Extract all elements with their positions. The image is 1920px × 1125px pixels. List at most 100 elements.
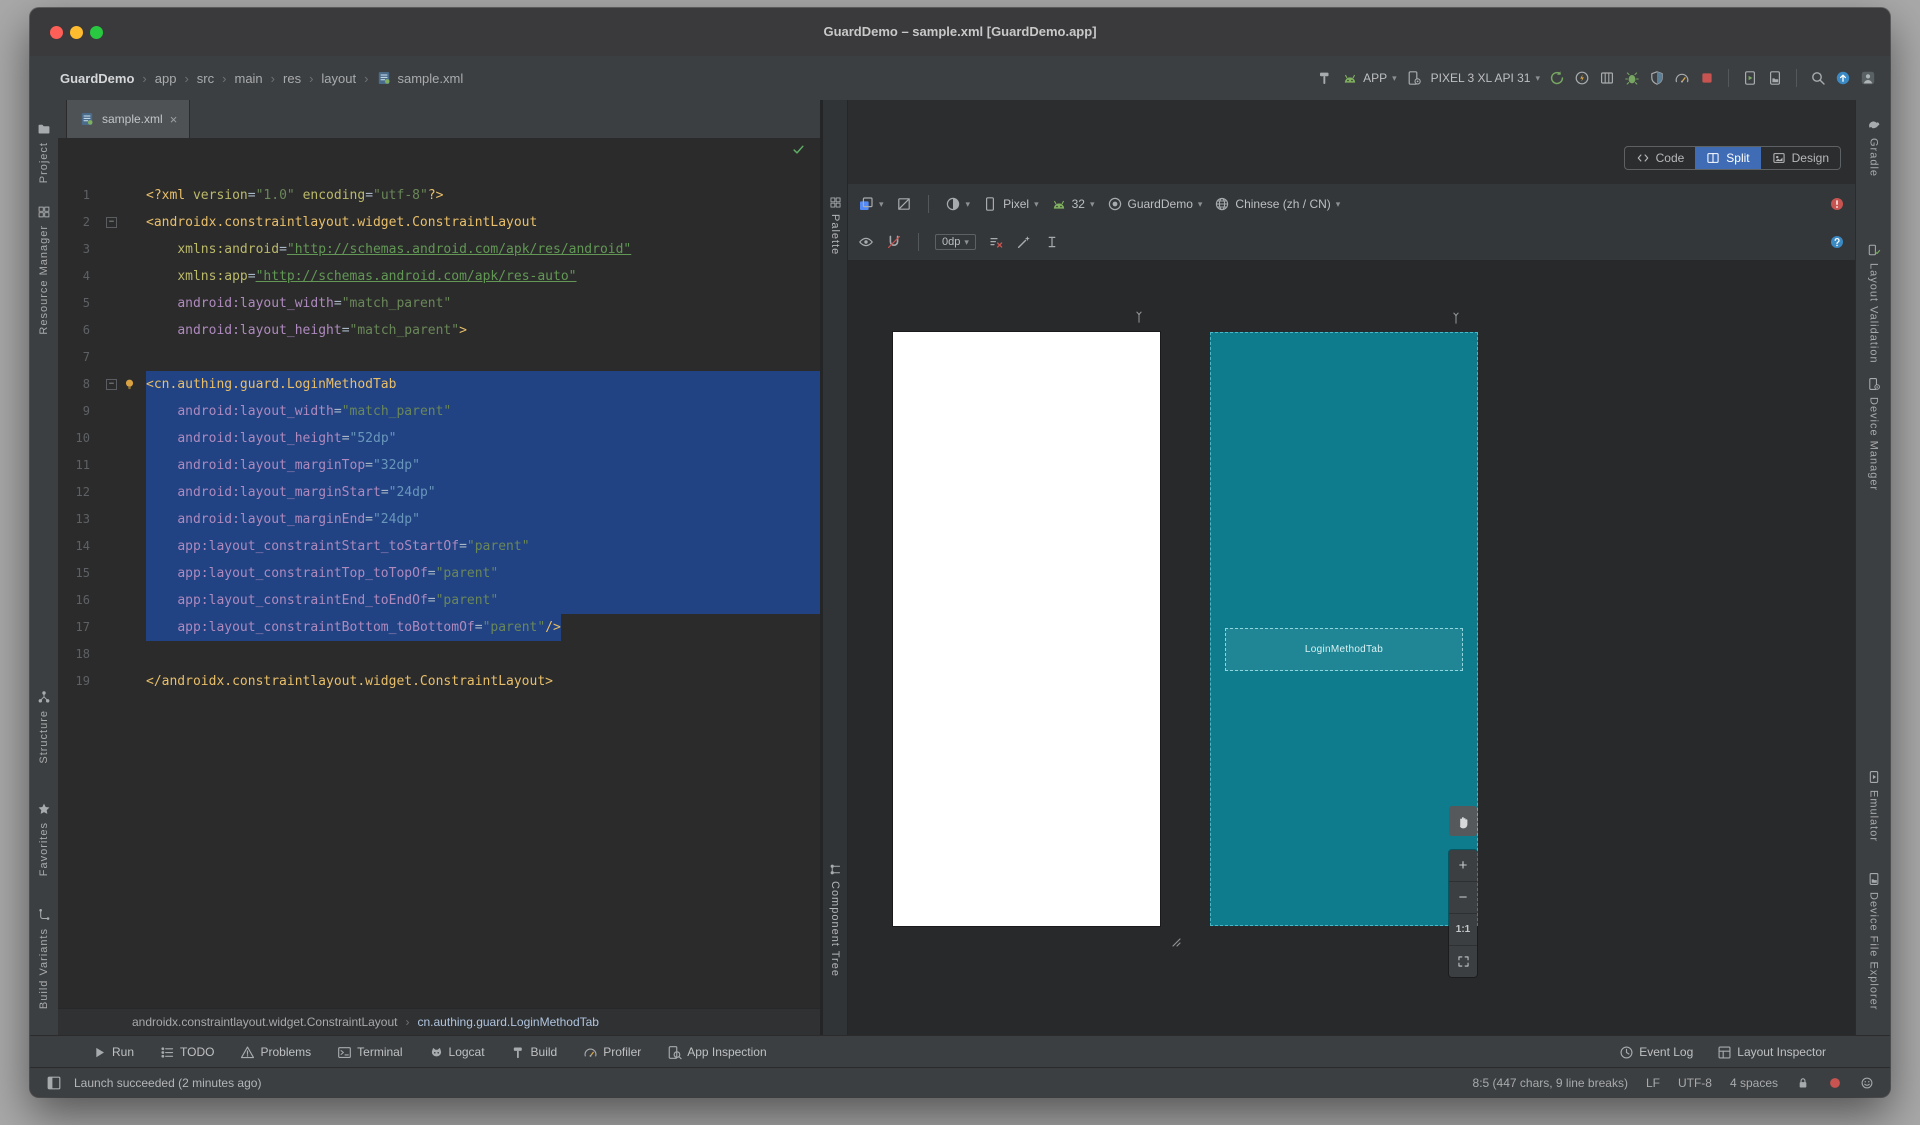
- tool-window-button-build[interactable]: Build: [511, 1045, 557, 1060]
- tool-window-button-terminal[interactable]: Terminal: [337, 1045, 403, 1060]
- code-line-9[interactable]: 9 android:layout_width="match_parent": [58, 398, 820, 425]
- code-line-11[interactable]: 11 android:layout_marginTop="32dp": [58, 452, 820, 479]
- code-line-16[interactable]: 16 app:layout_constraintEnd_toEndOf="par…: [58, 587, 820, 614]
- tool-window-button-emulator[interactable]: Emulator: [1856, 770, 1890, 842]
- tool-window-button-layout-inspector[interactable]: Layout Inspector: [1717, 1045, 1826, 1060]
- api-level-dropdown[interactable]: 32 ▾: [1051, 196, 1095, 212]
- zoom-in-button[interactable]: +: [1449, 850, 1477, 881]
- issue-panel-button[interactable]: [1829, 196, 1845, 212]
- tab-component-tree[interactable]: Component Tree: [823, 863, 847, 977]
- pan-tool-button[interactable]: [1449, 806, 1477, 836]
- tool-window-toggle-icon[interactable]: [46, 1075, 62, 1091]
- code-line-13[interactable]: 13 android:layout_marginEnd="24dp": [58, 506, 820, 533]
- tool-window-button-profiler[interactable]: Profiler: [583, 1045, 641, 1060]
- code-line-7[interactable]: 7: [58, 344, 820, 371]
- autoconnect-toggle[interactable]: [886, 234, 902, 250]
- line-number[interactable]: 1: [58, 182, 102, 209]
- tool-window-button-todo[interactable]: TODO: [160, 1045, 214, 1060]
- breadcrumb-item-app[interactable]: app: [155, 71, 177, 86]
- tool-window-button-problems[interactable]: Problems: [240, 1045, 311, 1060]
- lock-icon[interactable]: [1796, 1076, 1810, 1090]
- highlighting-level-icon[interactable]: [1828, 1076, 1842, 1090]
- build-project-button[interactable]: [1317, 70, 1333, 86]
- design-surface[interactable]: LoginMethodTab + − 1:1: [848, 260, 1855, 1035]
- line-number[interactable]: 18: [58, 641, 102, 668]
- xml-breadcrumb-item-1[interactable]: cn.authing.guard.LoginMethodTab: [418, 1015, 599, 1029]
- breadcrumb-item-layout[interactable]: layout: [321, 71, 356, 86]
- target-device-dropdown[interactable]: PIXEL 3 XL API 31 ▾: [1431, 71, 1540, 85]
- infer-constraints-button[interactable]: [1016, 234, 1032, 250]
- line-number[interactable]: 2: [58, 209, 102, 236]
- profile-button[interactable]: [1674, 70, 1690, 86]
- code-line-8[interactable]: 8− <cn.authing.guard.LoginMethodTab: [58, 371, 820, 398]
- xml-breadcrumb-item-0[interactable]: androidx.constraintlayout.widget.Constra…: [132, 1015, 398, 1029]
- line-number[interactable]: 12: [58, 479, 102, 506]
- night-mode-selector[interactable]: ▾: [945, 196, 970, 212]
- line-number[interactable]: 19: [58, 668, 102, 695]
- breadcrumb-item-guarddemo[interactable]: GuardDemo: [60, 71, 134, 86]
- breadcrumb-item-src[interactable]: src: [197, 71, 214, 86]
- code-line-10[interactable]: 10 android:layout_height="52dp": [58, 425, 820, 452]
- tool-window-button-run[interactable]: Run: [92, 1045, 134, 1060]
- caret-position-indicator[interactable]: 8:5 (447 chars, 9 line breaks): [1473, 1076, 1628, 1090]
- tool-window-button-build-variants[interactable]: Build Variants: [30, 908, 58, 1009]
- stop-button[interactable]: [1699, 70, 1715, 86]
- breadcrumb-item-main[interactable]: main: [234, 71, 262, 86]
- debug-button[interactable]: [1624, 70, 1640, 86]
- mode-tab-split[interactable]: Split: [1695, 147, 1761, 169]
- help-button[interactable]: [1829, 234, 1845, 250]
- line-number[interactable]: 10: [58, 425, 102, 452]
- clear-constraints-button[interactable]: [988, 234, 1004, 250]
- zoom-to-fit-button[interactable]: [1449, 945, 1477, 977]
- ide-update-button[interactable]: [1835, 70, 1851, 86]
- login-method-tab-component[interactable]: LoginMethodTab: [1225, 628, 1463, 671]
- apply-changes-button[interactable]: [1574, 70, 1590, 86]
- encoding-indicator[interactable]: UTF-8: [1678, 1076, 1712, 1090]
- design-view-canvas[interactable]: [893, 311, 1160, 926]
- line-number[interactable]: 9: [58, 398, 102, 425]
- locale-dropdown[interactable]: Chinese (zh / CN) ▾: [1214, 196, 1340, 212]
- fold-marker[interactable]: −: [102, 209, 122, 236]
- code-line-18[interactable]: 18: [58, 641, 820, 668]
- pack-selection-button[interactable]: [1044, 234, 1060, 250]
- default-margin-dropdown[interactable]: 0dp ▾: [935, 234, 976, 250]
- view-options-button[interactable]: [858, 234, 874, 250]
- canvas-resize-handle[interactable]: [1166, 932, 1182, 948]
- blueprint-toggle[interactable]: [896, 196, 912, 212]
- device-class-dropdown[interactable]: Pixel ▾: [982, 196, 1039, 212]
- line-number[interactable]: 15: [58, 560, 102, 587]
- tool-window-button-logcat[interactable]: Logcat: [429, 1045, 485, 1060]
- code-line-3[interactable]: 3 xmlns:android="http://schemas.android.…: [58, 236, 820, 263]
- line-number[interactable]: 16: [58, 587, 102, 614]
- code-line-4[interactable]: 4 xmlns:app="http://schemas.android.com/…: [58, 263, 820, 290]
- line-number[interactable]: 14: [58, 533, 102, 560]
- tool-window-button-device-file-explorer[interactable]: Device File Explorer: [1856, 872, 1890, 1010]
- running-devices-button[interactable]: [1742, 70, 1758, 86]
- search-everywhere-button[interactable]: [1810, 70, 1826, 86]
- tool-window-button-device-manager[interactable]: Device Manager: [1856, 377, 1890, 491]
- code-line-6[interactable]: 6 android:layout_height="match_parent">: [58, 317, 820, 344]
- code-editor[interactable]: 1 <?xml version="1.0" encoding="utf-8"?> 2…: [58, 138, 820, 1009]
- line-number[interactable]: 11: [58, 452, 102, 479]
- code-line-19[interactable]: 19 </androidx.constraintlayout.widget.Con…: [58, 668, 820, 695]
- intention-bulb-icon[interactable]: [122, 371, 146, 398]
- line-number[interactable]: 5: [58, 290, 102, 317]
- run-configuration-dropdown[interactable]: APP ▾: [1342, 70, 1397, 86]
- code-line-14[interactable]: 14 app:layout_constraintStart_toStartOf=…: [58, 533, 820, 560]
- run-button[interactable]: [1549, 70, 1565, 86]
- line-number[interactable]: 4: [58, 263, 102, 290]
- tool-window-button-event-log[interactable]: Event Log: [1619, 1045, 1693, 1060]
- tool-window-button-resource-manager[interactable]: Resource Manager: [30, 205, 58, 335]
- attach-debugger-button[interactable]: [1649, 70, 1665, 86]
- user-avatar[interactable]: [1860, 70, 1876, 86]
- mode-tab-design[interactable]: Design: [1761, 147, 1840, 169]
- line-number[interactable]: 6: [58, 317, 102, 344]
- zoom-ratio-button[interactable]: 1:1: [1449, 913, 1477, 945]
- tool-window-button-favorites[interactable]: Favorites: [30, 802, 58, 876]
- tool-window-button-structure[interactable]: Structure: [30, 690, 58, 764]
- line-number[interactable]: 8: [58, 371, 102, 398]
- tool-window-button-gradle[interactable]: Gradle: [1856, 118, 1890, 177]
- line-number[interactable]: 3: [58, 236, 102, 263]
- code-line-17[interactable]: 17 app:layout_constraintBottom_toBottomO…: [58, 614, 820, 641]
- code-line-12[interactable]: 12 android:layout_marginStart="24dp": [58, 479, 820, 506]
